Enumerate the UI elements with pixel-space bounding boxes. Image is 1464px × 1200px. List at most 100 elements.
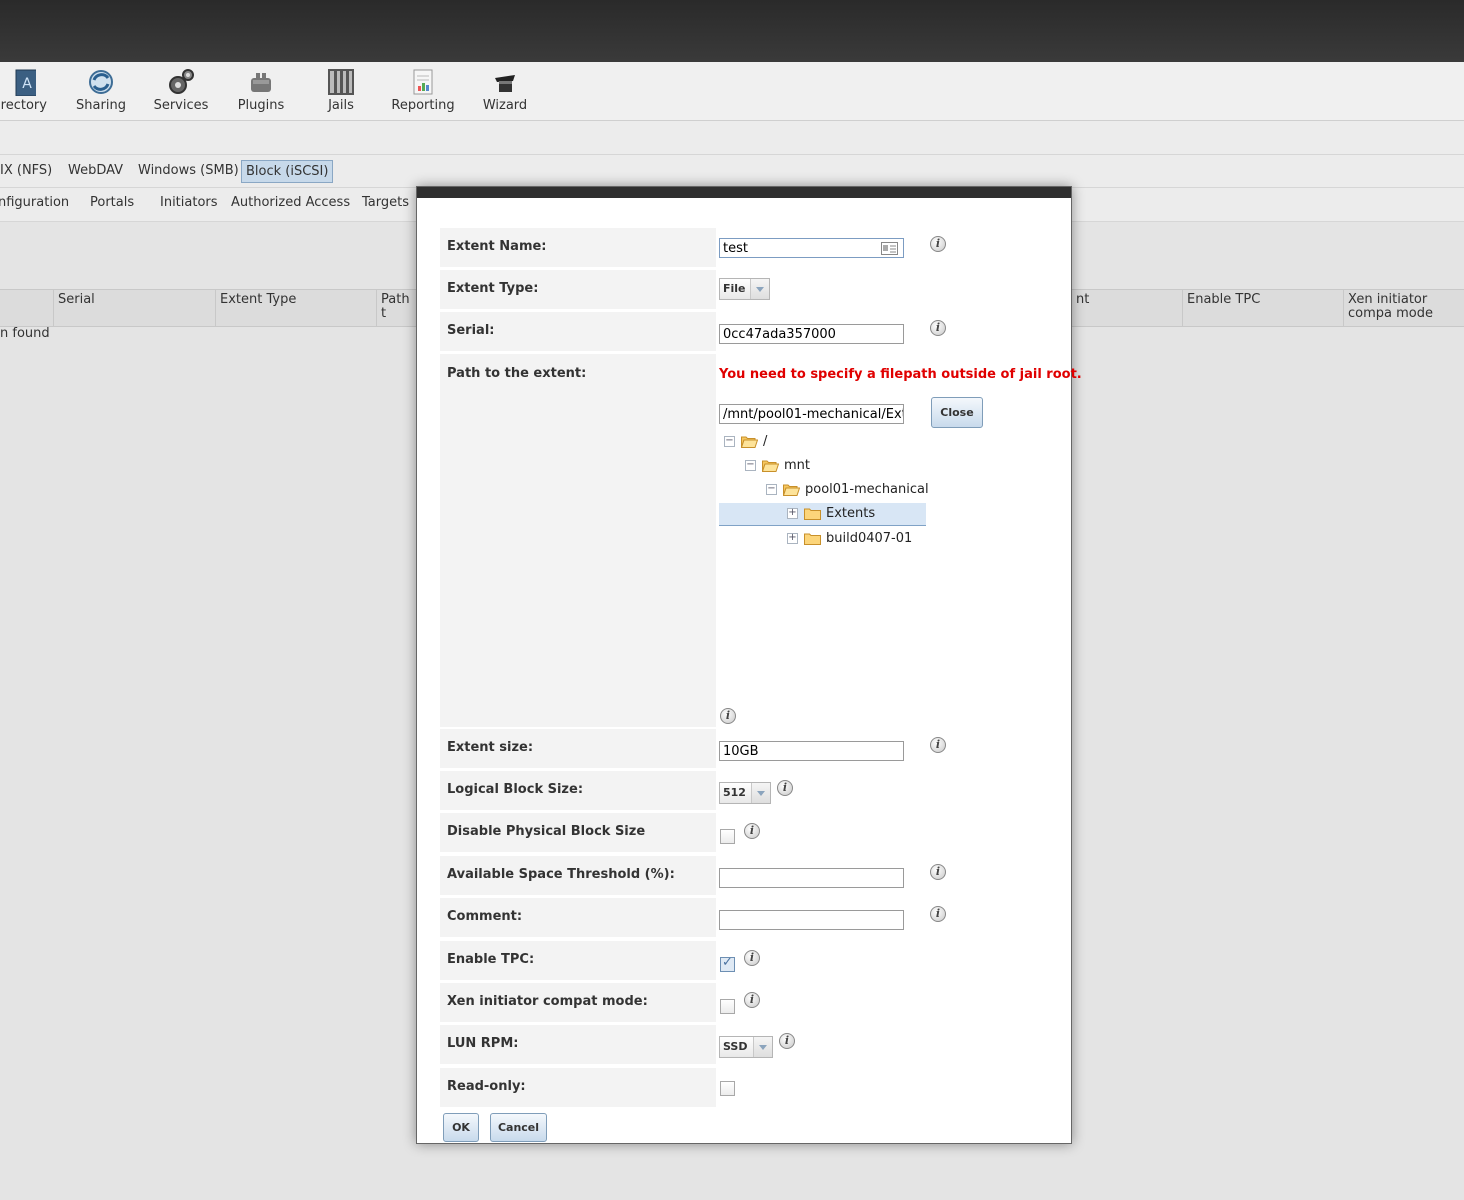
jails-icon: [328, 69, 354, 95]
reporting-icon: [413, 69, 433, 95]
tree-node-build[interactable]: + build0407-01: [719, 528, 926, 550]
info-icon[interactable]: i: [744, 992, 760, 1008]
extent-type-select[interactable]: File: [719, 278, 770, 300]
dialog-title-bar: [417, 187, 1071, 198]
main-nav: A irectory Sharing Services Plugins Jail…: [0, 62, 1464, 121]
tab-webdav[interactable]: WebDAV: [64, 160, 127, 181]
info-icon[interactable]: i: [930, 864, 946, 880]
info-icon[interactable]: i: [744, 950, 760, 966]
nav-jails[interactable]: Jails: [318, 68, 364, 113]
xen-compat-checkbox[interactable]: [720, 999, 735, 1014]
column-extent-type[interactable]: Extent Type: [215, 290, 376, 326]
row-xen-compat: Xen initiator compat mode: i: [440, 983, 1060, 1022]
tab-initiators[interactable]: Initiators: [160, 195, 218, 210]
info-icon[interactable]: i: [930, 906, 946, 922]
xen-compat-label: Xen initiator compat mode:: [440, 983, 716, 1022]
logical-block-size-value: 512: [723, 786, 746, 799]
row-disable-physical: Disable Physical Block Size Reporting: i: [440, 813, 1060, 877]
nav-reporting[interactable]: Reporting: [390, 68, 456, 113]
row-lun-rpm: LUN RPM: SSD i: [440, 1025, 1060, 1064]
info-icon[interactable]: i: [930, 320, 946, 336]
nav-sharing[interactable]: Sharing: [72, 68, 130, 113]
enable-tpc-checkbox[interactable]: [720, 955, 735, 972]
open-folder-icon: [741, 435, 758, 448]
collapse-icon[interactable]: −: [724, 436, 735, 447]
column-path[interactable]: Path t: [376, 290, 416, 326]
logical-block-size-label: Logical Block Size:: [440, 771, 716, 810]
tab-nfs[interactable]: IX (NFS): [0, 160, 56, 181]
tab-iscsi[interactable]: Block (iSCSI): [241, 160, 334, 183]
tree-node-label: build0407-01: [826, 531, 913, 546]
tab-configuration[interactable]: nfiguration: [0, 195, 69, 210]
disable-physical-checkbox[interactable]: [720, 829, 735, 844]
plugins-icon: [251, 73, 271, 92]
tree-node-mnt[interactable]: − mnt: [719, 455, 926, 477]
extent-type-label: Extent Type:: [440, 270, 716, 309]
extent-name-label: Extent Name:: [440, 228, 716, 267]
tree-node-label: pool01-mechanical: [805, 482, 929, 497]
disable-physical-label: Disable Physical Block Size Reporting:: [440, 813, 716, 877]
wizard-icon: [495, 75, 515, 92]
lun-rpm-value: SSD: [723, 1040, 748, 1053]
chevron-down-icon: [753, 1037, 772, 1057]
tree-node-root[interactable]: − /: [719, 431, 926, 453]
info-icon[interactable]: i: [779, 1033, 795, 1049]
info-icon[interactable]: i: [930, 737, 946, 753]
extent-size-input[interactable]: 10GB: [719, 741, 904, 761]
serial-input[interactable]: 0cc47ada357000: [719, 324, 904, 344]
info-icon[interactable]: i: [930, 236, 946, 252]
tree-node-extents[interactable]: + Extents: [719, 503, 926, 526]
close-browser-button[interactable]: Close: [931, 397, 983, 428]
extent-type-value: File: [723, 282, 746, 295]
row-enable-tpc: Enable TPC: i: [440, 941, 1060, 980]
column-xen-compat[interactable]: Xen initiator compa mode: [1343, 290, 1464, 326]
directory-icon: A: [15, 69, 36, 96]
svg-text:A: A: [22, 76, 32, 92]
expand-icon[interactable]: +: [787, 508, 798, 519]
extent-name-input[interactable]: test: [719, 238, 904, 258]
info-icon[interactable]: i: [744, 823, 760, 839]
logical-block-size-select[interactable]: 512: [719, 782, 771, 804]
cancel-button[interactable]: Cancel: [490, 1113, 547, 1142]
info-icon[interactable]: i: [720, 708, 736, 724]
row-extent-type: Extent Type: File: [440, 270, 1060, 309]
row-read-only: Read-only:: [440, 1068, 1060, 1107]
row-comment: Comment: i: [440, 898, 1060, 937]
row-extent-name: Extent Name: test i: [440, 228, 1060, 267]
avail-threshold-label: Available Space Threshold (%):: [440, 856, 716, 895]
column-serial[interactable]: Serial: [53, 290, 215, 326]
folder-icon: [804, 532, 821, 545]
chevron-down-icon: [750, 279, 769, 299]
tab-smb[interactable]: Windows (SMB): [134, 160, 243, 181]
services-icon: [169, 69, 194, 94]
sharing-tabs: IX (NFS) WebDAV Windows (SMB) Block (iSC…: [0, 155, 1464, 188]
avail-threshold-input[interactable]: [719, 868, 904, 888]
serial-label: Serial:: [440, 312, 716, 351]
nav-services[interactable]: Services: [150, 68, 212, 113]
nav-directory[interactable]: A irectory: [0, 68, 50, 113]
tab-portals[interactable]: Portals: [90, 195, 134, 210]
ok-button[interactable]: OK: [443, 1113, 479, 1142]
info-icon[interactable]: i: [777, 780, 793, 796]
tree-node-pool[interactable]: − pool01-mechanical: [719, 479, 929, 501]
lun-rpm-select[interactable]: SSD: [719, 1036, 773, 1058]
row-avail-threshold: Available Space Threshold (%): i: [440, 856, 1060, 895]
collapse-icon[interactable]: −: [766, 484, 777, 495]
lun-rpm-label: LUN RPM:: [440, 1025, 716, 1064]
path-input[interactable]: /mnt/pool01-mechanical/Exte: [719, 404, 904, 424]
collapse-icon[interactable]: −: [745, 460, 756, 471]
nav-plugins[interactable]: Plugins: [234, 68, 288, 113]
comment-label: Comment:: [440, 898, 716, 937]
tab-targets[interactable]: Targets: [362, 195, 409, 210]
read-only-checkbox[interactable]: [720, 1081, 735, 1096]
column-comment[interactable]: nt: [1072, 290, 1182, 326]
column-enable-tpc[interactable]: Enable TPC: [1182, 290, 1343, 326]
open-folder-icon: [762, 459, 779, 472]
comment-input[interactable]: [719, 910, 904, 930]
row-extent-size: Extent size: 10GB i: [440, 729, 1060, 768]
row-serial: Serial: 0cc47ada357000 i: [440, 312, 1060, 351]
nav-wizard[interactable]: Wizard: [480, 68, 530, 113]
row-logical-block-size: Logical Block Size: 512 i: [440, 771, 1060, 810]
expand-icon[interactable]: +: [787, 533, 798, 544]
tab-authorized-access[interactable]: Authorized Access: [231, 195, 350, 210]
